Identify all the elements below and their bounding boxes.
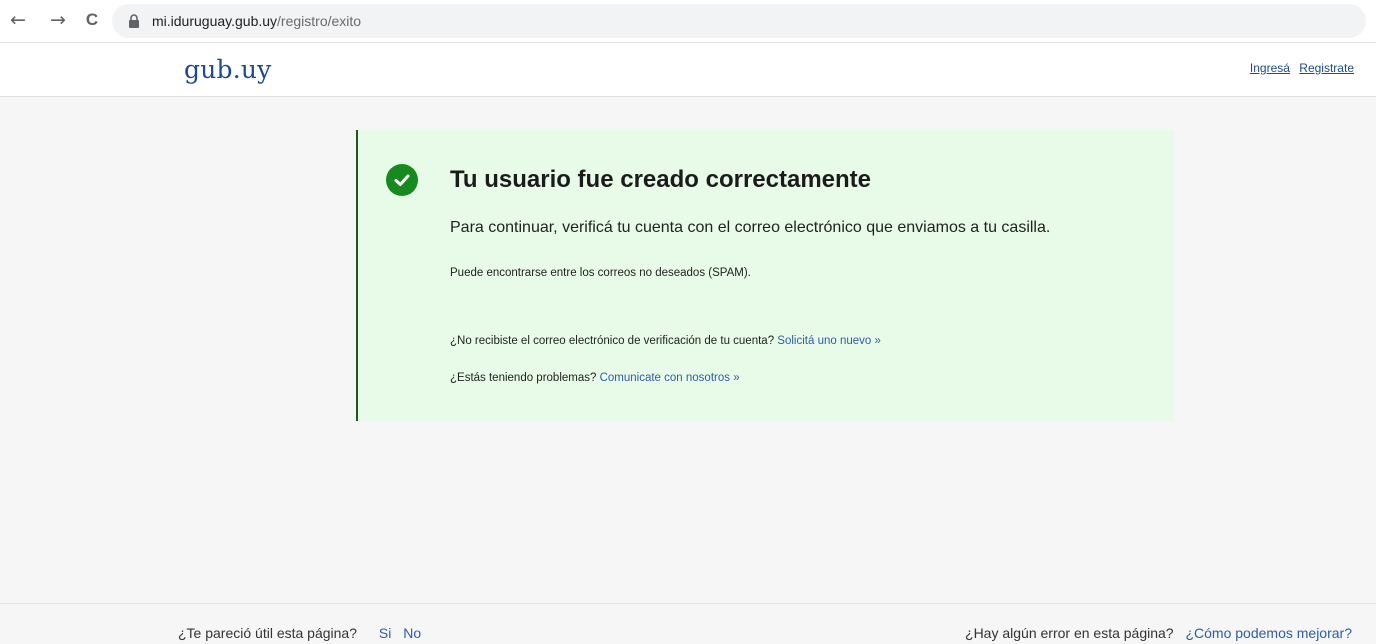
resend-question: ¿No recibiste el correo electrónico de v… xyxy=(450,335,775,347)
success-card: Tu usuario fue creado correctamente Para… xyxy=(356,130,1174,421)
contact-link[interactable]: Comunicate con nosotros » xyxy=(600,372,740,384)
address-bar[interactable]: mi.iduruguay.gub.uy/registro/exito xyxy=(112,4,1366,38)
feedback-useful: ¿Te pareció útil esta página? Si No xyxy=(178,625,421,641)
error-question: ¿Hay algún error en esta página? xyxy=(965,625,1174,641)
problems-line: ¿Estás teniendo problemas? Comunicate co… xyxy=(450,372,740,384)
login-link[interactable]: Ingresá xyxy=(1250,61,1290,75)
footer-divider xyxy=(0,603,1376,604)
url-path: /registro/exito xyxy=(277,13,362,29)
reload-icon[interactable]: C xyxy=(80,8,104,32)
improve-link[interactable]: ¿Cómo podemos mejorar? xyxy=(1185,625,1352,641)
header-links: Ingresá Registrate xyxy=(1244,61,1354,75)
gub-uy-logo[interactable]: gub.uy xyxy=(184,55,271,84)
feedback-error: ¿Hay algún error en esta página? ¿Cómo p… xyxy=(965,625,1352,641)
forward-arrow-icon[interactable]: → xyxy=(46,8,70,32)
lock-icon xyxy=(129,14,139,28)
check-circle-icon xyxy=(386,164,418,196)
back-arrow-icon[interactable]: ← xyxy=(6,8,30,32)
resend-link[interactable]: Solicitá uno nuevo » xyxy=(777,335,881,347)
url-text: mi.iduruguay.gub.uy/registro/exito xyxy=(152,13,361,29)
spam-note: Puede encontrarse entre los correos no d… xyxy=(450,267,751,279)
useful-question: ¿Te pareció útil esta página? xyxy=(178,625,357,641)
site-header: gub.uy Ingresá Registrate xyxy=(0,43,1376,97)
yes-link[interactable]: Si xyxy=(379,625,391,641)
resend-line: ¿No recibiste el correo electrónico de v… xyxy=(450,335,881,347)
browser-toolbar: ← → C mi.iduruguay.gub.uy/registro/exito xyxy=(0,0,1376,43)
url-host: mi.iduruguay.gub.uy xyxy=(152,13,278,29)
verification-instructions: Para continuar, verificá tu cuenta con e… xyxy=(450,219,1051,236)
success-title: Tu usuario fue creado correctamente xyxy=(450,166,872,193)
problems-question: ¿Estás teniendo problemas? xyxy=(450,372,597,384)
register-link[interactable]: Registrate xyxy=(1299,61,1354,75)
no-link[interactable]: No xyxy=(403,625,421,641)
